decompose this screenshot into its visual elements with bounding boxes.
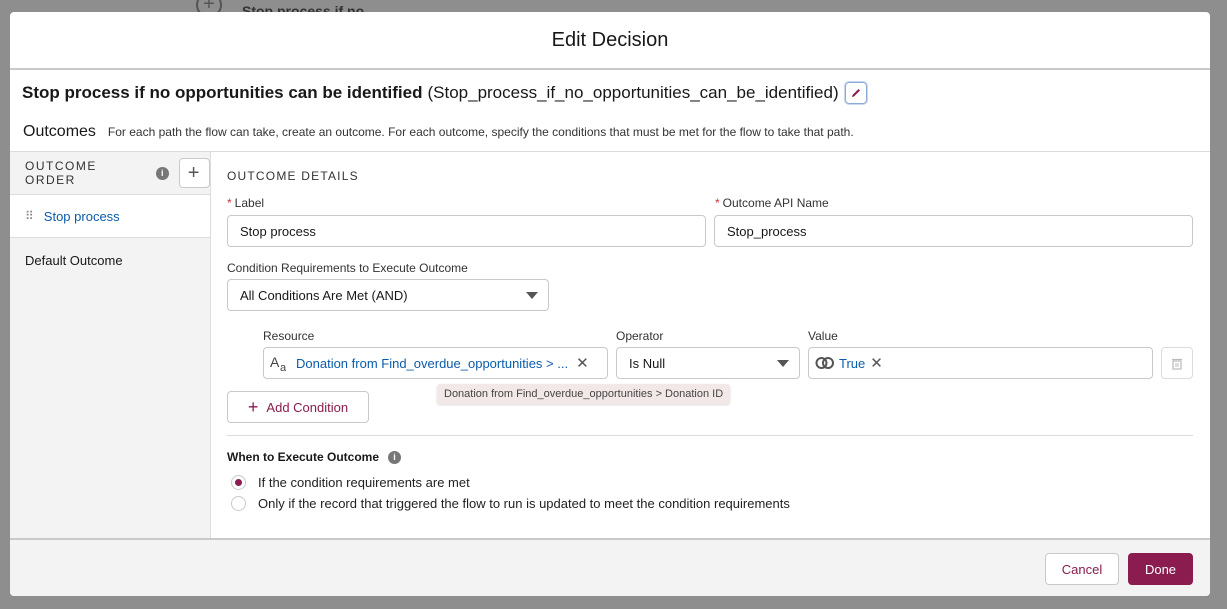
sidebar-item-default-outcome[interactable]: Default Outcome <box>10 238 210 282</box>
condition-requirements-value: All Conditions Are Met (AND) <box>240 287 408 303</box>
modal-header: Edit Decision <box>10 12 1210 70</box>
operator-label: Operator <box>616 329 664 343</box>
delete-condition-button[interactable] <box>1161 347 1193 379</box>
element-api-name: (Stop_process_if_no_opportunities_can_be… <box>427 83 839 102</box>
outcomes-title: Outcomes <box>23 123 96 140</box>
label-input[interactable]: Stop process <box>227 215 706 247</box>
modal-footer: Cancel Done <box>10 538 1210 596</box>
divider <box>227 435 1193 436</box>
outcomes-description: For each path the flow can take, create … <box>107 125 854 139</box>
outcome-order-header: OUTCOME ORDER i + <box>10 152 210 194</box>
outcome-sidebar: OUTCOME ORDER i + ⠿ Stop process Default… <box>10 152 211 538</box>
resource-value: Donation from Find_overdue_opportunities… <box>296 355 569 371</box>
radio-option-label: Only if the record that triggered the fl… <box>258 496 790 511</box>
drag-handle-icon[interactable]: ⠿ <box>25 209 34 223</box>
resource-label: Resource <box>263 329 315 343</box>
api-name-input-value: Stop_process <box>727 223 807 239</box>
label-input-value: Stop process <box>240 223 316 239</box>
element-label: Stop process if no opportunities can be … <box>22 83 423 102</box>
add-condition-button[interactable]: + Add Condition <box>227 391 369 423</box>
info-icon[interactable]: i <box>155 166 169 180</box>
condition-requirements-label: Condition Requirements to Execute Outcom… <box>227 261 468 275</box>
add-condition-label: Add Condition <box>266 399 349 415</box>
close-icon[interactable]: ✕ <box>870 354 883 372</box>
section-title: OUTCOME DETAILS <box>227 169 359 183</box>
api-name-field-label: * Outcome API Name <box>715 196 829 210</box>
value-input[interactable]: True ✕ <box>808 347 1153 379</box>
edit-properties-button[interactable] <box>844 82 867 104</box>
radio-option-label: If the condition requirements are met <box>258 475 470 490</box>
pencil-icon <box>851 89 860 97</box>
operator-value: Is Null <box>629 355 666 371</box>
label-field-label: * Label <box>227 196 265 210</box>
sidebar-item-stop-process[interactable]: ⠿ Stop process <box>10 194 210 238</box>
outcome-order-label: OUTCOME ORDER <box>25 159 97 187</box>
when-to-execute-title: When to Execute Outcome i <box>227 450 402 464</box>
chevron-down-icon <box>526 292 538 299</box>
info-icon[interactable]: i <box>388 450 402 464</box>
radio-option-condition-met[interactable]: If the condition requirements are met <box>231 475 470 490</box>
cancel-button[interactable]: Cancel <box>1045 553 1119 585</box>
value-value: True <box>839 355 866 371</box>
operator-select[interactable]: Is Null <box>616 347 800 379</box>
sidebar-item-label: Default Outcome <box>25 252 123 268</box>
text-type-icon: Aa <box>270 354 287 372</box>
api-name-input[interactable]: Stop_process <box>714 215 1193 247</box>
close-icon[interactable]: ✕ <box>576 354 589 372</box>
done-button[interactable]: Done <box>1128 553 1193 585</box>
boolean-icon <box>815 357 834 369</box>
outcomes-heading: Outcomes For each path the flow can take… <box>23 123 854 141</box>
resource-input[interactable]: Aa Donation from Find_overdue_opportunit… <box>263 347 608 379</box>
outcome-details: OUTCOME DETAILS * Label Stop process * Out… <box>211 152 1210 538</box>
svg-text:a: a <box>280 362 287 372</box>
plus-icon: + <box>247 396 259 417</box>
modal-body: OUTCOME ORDER i + ⠿ Stop process Default… <box>10 151 1210 538</box>
sidebar-item-label: Stop process <box>43 208 120 224</box>
radio-option-record-updated[interactable]: Only if the record that triggered the fl… <box>231 496 790 511</box>
edit-decision-modal: Edit Decision Stop process if no opportu… <box>10 12 1210 596</box>
chevron-down-icon <box>777 360 789 367</box>
svg-text:A: A <box>270 354 280 370</box>
value-label: Value <box>808 329 838 343</box>
trash-icon <box>1172 358 1182 370</box>
modal-title: Edit Decision <box>551 28 669 51</box>
add-outcome-button[interactable]: + <box>178 158 210 188</box>
element-title: Stop process if no opportunities can be … <box>22 82 867 104</box>
resource-tooltip: Donation from Find_overdue_opportunities… <box>437 384 731 404</box>
radio-unselected[interactable] <box>231 496 246 511</box>
plus-icon: + <box>187 161 201 184</box>
radio-selected[interactable] <box>231 475 246 490</box>
condition-requirements-select[interactable]: All Conditions Are Met (AND) <box>227 279 549 311</box>
